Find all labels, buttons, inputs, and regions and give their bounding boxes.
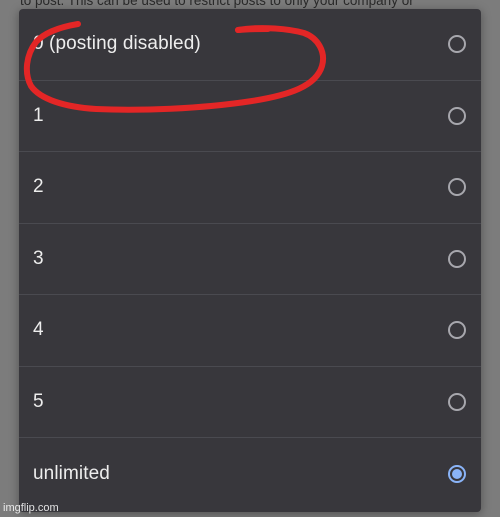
radio-button-unchecked-icon[interactable] [448, 321, 466, 340]
radio-button-unchecked-icon[interactable] [448, 106, 466, 125]
option-label: unlimited [33, 462, 110, 484]
option-label: 5 [33, 390, 44, 412]
radio-button-checked-icon[interactable] [448, 464, 466, 483]
option-1[interactable]: 1 [19, 81, 481, 152]
option-label: 4 [33, 319, 44, 341]
option-5[interactable]: 5 [19, 367, 481, 438]
option-label: 3 [33, 247, 44, 269]
option-2[interactable]: 2 [19, 152, 481, 224]
option-label: 1 [33, 104, 44, 126]
option-label: 0 (posting disabled) [33, 33, 201, 55]
radio-selected-dot [452, 468, 462, 479]
option-label: 2 [33, 176, 44, 198]
radio-button-unchecked-icon[interactable] [448, 178, 466, 197]
option-3[interactable]: 3 [19, 224, 481, 295]
radio-button-unchecked-icon[interactable] [448, 249, 466, 268]
imgflip-watermark: imgflip.com [3, 502, 59, 514]
option-unlimited[interactable]: unlimited [19, 438, 481, 510]
background-description-text: to post. This can be used to restrict po… [20, 0, 414, 8]
radio-button-unchecked-icon[interactable] [448, 35, 466, 54]
radio-button-unchecked-icon[interactable] [448, 392, 466, 411]
option-4[interactable]: 4 [19, 295, 481, 367]
post-limit-dialog: 0 (posting disabled) 1 2 3 4 5 unlimited [19, 9, 481, 512]
option-0-posting-disabled[interactable]: 0 (posting disabled) [19, 9, 481, 81]
